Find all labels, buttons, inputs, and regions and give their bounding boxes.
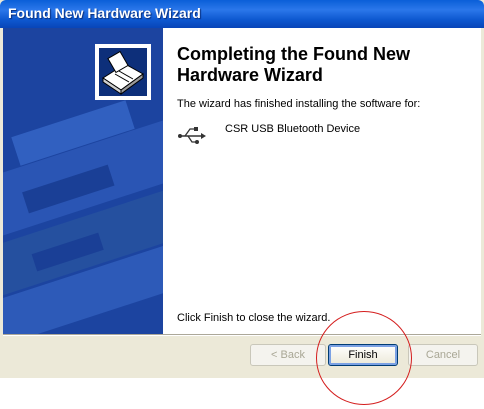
wizard-banner xyxy=(3,28,163,334)
device-name: CSR USB Bluetooth Device xyxy=(225,123,361,135)
title-bar[interactable]: Found New Hardware Wizard xyxy=(0,0,484,28)
hardware-wizard-icon xyxy=(95,44,151,100)
wizard-content: Completing the Found New Hardware Wizard… xyxy=(3,28,481,334)
close-hint-text: Click Finish to close the wizard. xyxy=(177,312,331,324)
wizard-window: Found New Hardware Wizard Completing the… xyxy=(0,0,484,378)
finish-button[interactable]: Finish xyxy=(328,344,398,366)
intro-text: The wizard has finished installing the s… xyxy=(177,98,421,110)
divider xyxy=(3,334,481,336)
window-title: Found New Hardware Wizard xyxy=(8,5,201,21)
back-button[interactable]: < Back xyxy=(250,344,326,366)
cancel-button[interactable]: Cancel xyxy=(408,344,478,366)
usb-icon xyxy=(177,124,207,146)
page-title: Completing the Found New Hardware Wizard xyxy=(177,44,410,85)
